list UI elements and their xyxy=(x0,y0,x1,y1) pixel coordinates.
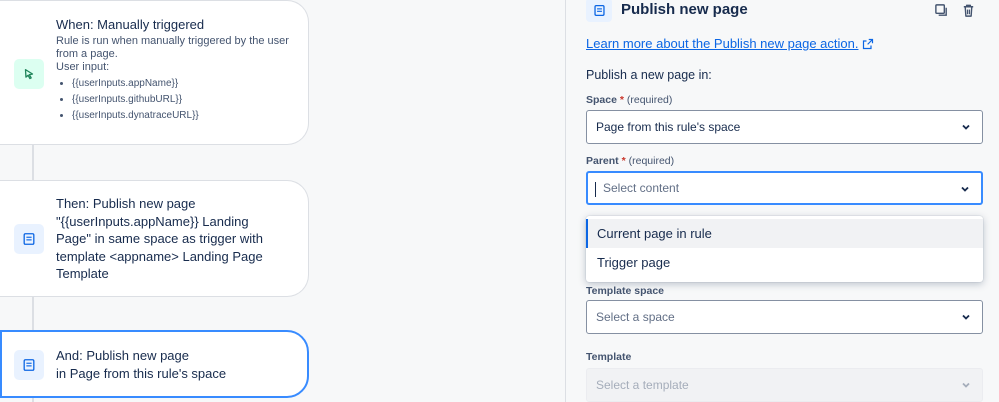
parent-select-placeholder: Select content xyxy=(603,181,680,195)
template-space-label: Template space xyxy=(586,285,665,297)
automation-rule-editor: When: Manually triggered Rule is run whe… xyxy=(0,0,999,402)
cursor-click-icon xyxy=(14,59,44,89)
action-card-publish-page-2[interactable]: And: Publish new page in Page from this … xyxy=(0,330,309,398)
template-placeholder: Select a template xyxy=(596,378,689,392)
action2-line: in Page from this rule's space xyxy=(56,365,227,381)
section-title: Publish a new page in: xyxy=(586,68,712,82)
space-select-value: Page from this rule's space xyxy=(596,120,741,134)
chevron-down-icon xyxy=(962,314,970,320)
action1-line: template <appname> Landing Page xyxy=(56,248,263,264)
chevron-down-icon xyxy=(961,186,969,192)
parent-label: Parent * (required) xyxy=(586,155,675,167)
page-icon xyxy=(586,0,612,22)
space-select[interactable]: Page from this rule's space xyxy=(586,110,983,144)
option-current-page-in-rule[interactable]: Current page in rule xyxy=(586,219,983,248)
space-label: Space * (required) xyxy=(586,94,673,106)
delete-icon[interactable] xyxy=(959,1,977,19)
action-card-publish-page-1[interactable]: Then: Publish new page "{{userInputs.app… xyxy=(0,180,309,297)
duplicate-icon[interactable] xyxy=(932,1,950,19)
action1-line: Template xyxy=(56,266,109,281)
parent-dropdown-menu: Current page in rule Trigger page xyxy=(586,216,983,282)
template-space-placeholder: Select a space xyxy=(596,310,675,324)
action1-line: Page" in same space as trigger with xyxy=(56,231,263,246)
user-input-list: {{userInputs.appName}} {{userInputs.gith… xyxy=(56,76,294,124)
trigger-description: Rule is run when manually triggered by t… xyxy=(56,35,289,60)
action2-line: And: Publish new page xyxy=(56,348,189,363)
learn-more-text: Learn more about the Publish new page ac… xyxy=(586,36,859,51)
action1-line: "{{userInputs.appName}} Landing xyxy=(56,213,249,229)
trigger-user-input-label: User input: xyxy=(56,61,110,73)
page-icon xyxy=(14,350,44,380)
template-space-select[interactable]: Select a space xyxy=(586,300,983,334)
action1-line: Then: Publish new page xyxy=(56,196,196,211)
chevron-down-icon xyxy=(962,382,970,388)
rule-canvas: When: Manually triggered Rule is run whe… xyxy=(0,0,565,402)
option-trigger-page[interactable]: Trigger page xyxy=(586,248,983,277)
page-icon xyxy=(14,224,44,254)
chevron-down-icon xyxy=(962,124,970,130)
list-item: {{userInputs.appName}} xyxy=(72,76,294,92)
template-select[interactable]: Select a template xyxy=(586,368,983,402)
template-label: Template xyxy=(586,351,632,363)
list-item: {{userInputs.githubURL}} xyxy=(72,92,294,108)
parent-select[interactable]: Select content xyxy=(586,171,983,205)
trigger-title: When: Manually triggered xyxy=(56,17,205,32)
config-panel: Publish new page Learn more about the Pu… xyxy=(565,0,999,402)
trigger-card[interactable]: When: Manually triggered Rule is run whe… xyxy=(0,0,309,145)
learn-more-link[interactable]: Learn more about the Publish new page ac… xyxy=(586,36,874,51)
panel-title: Publish new page xyxy=(621,1,748,18)
external-link-icon xyxy=(863,38,874,49)
list-item: {{userInputs.dynatraceURL}} xyxy=(72,108,294,124)
text-caret xyxy=(595,182,596,197)
